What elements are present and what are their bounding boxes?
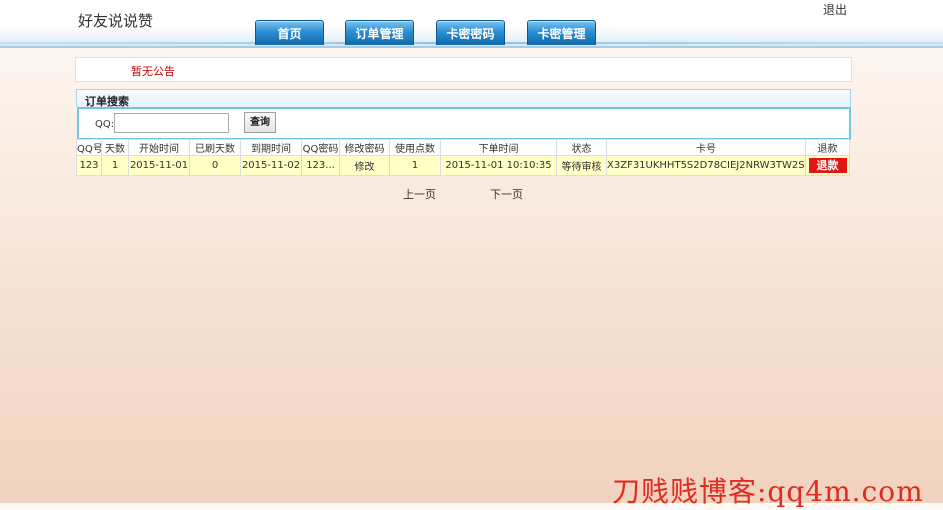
column-header-done-days: 已刷天数 [189,139,241,156]
nav-tab-home[interactable]: 首页 [255,20,324,45]
cell-order-time: 2015-11-01 10:10:35 [440,155,557,176]
column-header-status: 状态 [556,139,607,156]
table-header-row: QQ号 天数 开始时间 已刷天数 到期时间 QQ密码 修改密码 使用点数 下单时… [76,139,850,156]
column-header-expire-time: 到期时间 [240,139,302,156]
cell-done-days: 0 [189,155,241,176]
orders-table: QQ号 天数 开始时间 已刷天数 到期时间 QQ密码 修改密码 使用点数 下单时… [76,139,850,176]
cell-card-no: X3ZF31UKHHT5S2D78CIEJ2NRW3TW2SFY [606,155,806,176]
nav-tab-card-password[interactable]: 卡密密码 [436,20,505,45]
cell-qq-password: 123... [301,155,340,176]
site-logo: 好友说说赞 [78,12,154,30]
cell-qq: 123 [76,155,102,176]
column-header-points: 使用点数 [389,139,441,156]
cell-points: 1 [389,155,441,176]
table-row: 123 1 2015-11-01 0 2015-11-02 123... 修改 … [76,155,850,176]
column-header-days: 天数 [101,139,129,156]
qq-label: QQ: [95,119,115,130]
change-password-link[interactable]: 修改 [339,155,390,176]
cell-start-time: 2015-11-01 [128,155,190,176]
column-header-refund: 退款 [805,139,850,156]
column-header-start-time: 开始时间 [128,139,190,156]
refund-button[interactable]: 退款 [808,158,847,173]
nav-tab-orders[interactable]: 订单管理 [345,20,414,45]
cell-refund: 退款 [805,155,850,176]
cell-days: 1 [101,155,129,176]
order-search-panel: QQ: 查询 [77,107,851,140]
nav-tab-card-management[interactable]: 卡密管理 [527,20,596,45]
prev-page-link[interactable]: 上一页 [403,186,436,202]
column-header-qq-password: QQ密码 [301,139,340,156]
next-page-link[interactable]: 下一页 [490,186,523,202]
column-header-qq: QQ号 [76,139,102,156]
logout-link[interactable]: 退出 [823,1,847,18]
announcement-text: 暂无公告 [131,65,175,78]
watermark-text: 刀贱贱博客:qq4m.com [612,475,924,508]
cell-expire-time: 2015-11-02 [240,155,302,176]
column-header-order-time: 下单时间 [440,139,557,156]
column-header-card-no: 卡号 [606,139,806,156]
search-button[interactable]: 查询 [244,112,276,133]
qq-search-input[interactable] [114,113,229,133]
header-bar: 好友说说赞 退出 首页 订单管理 卡密密码 卡密管理 [0,0,943,48]
cell-status: 等待审核 [556,155,607,176]
column-header-change-password: 修改密码 [339,139,390,156]
announcement-box: 暂无公告 [75,57,852,82]
order-search-header: 订单搜索 [76,89,851,108]
